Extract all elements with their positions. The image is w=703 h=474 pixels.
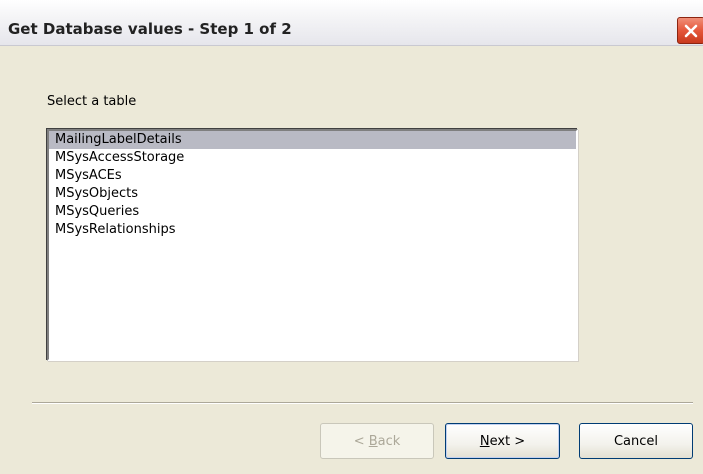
back-button-accel: B — [368, 433, 378, 449]
cancel-button[interactable]: Cancel — [579, 423, 693, 459]
next-button[interactable]: Next > — [445, 423, 560, 459]
select-table-label: Select a table — [47, 94, 137, 109]
back-button[interactable]: < Back — [320, 423, 434, 459]
window-title: Get Database values - Step 1 of 2 — [8, 20, 292, 38]
close-icon — [684, 24, 698, 37]
title-bar[interactable]: Get Database values - Step 1 of 2 — [0, 0, 703, 46]
table-listbox[interactable]: MailingLabelDetails MSysAccessStorage MS… — [47, 129, 578, 361]
back-button-prefix: < — [353, 433, 369, 449]
table-list-item[interactable]: MailingLabelDetails — [49, 131, 576, 149]
table-list-item[interactable]: MSysRelationships — [49, 221, 576, 239]
cancel-button-label: Cancel — [613, 433, 659, 449]
back-button-rest: ack — [377, 433, 401, 449]
table-list-item[interactable]: MSysObjects — [49, 185, 576, 203]
next-button-rest: ext > — [489, 433, 526, 449]
button-separator — [32, 402, 693, 404]
close-button[interactable] — [677, 17, 703, 44]
table-list-item[interactable]: MSysAccessStorage — [49, 149, 576, 167]
table-list-item[interactable]: MSysQueries — [49, 203, 576, 221]
table-list-item[interactable]: MSysACEs — [49, 167, 576, 185]
next-button-accel: N — [479, 433, 490, 449]
